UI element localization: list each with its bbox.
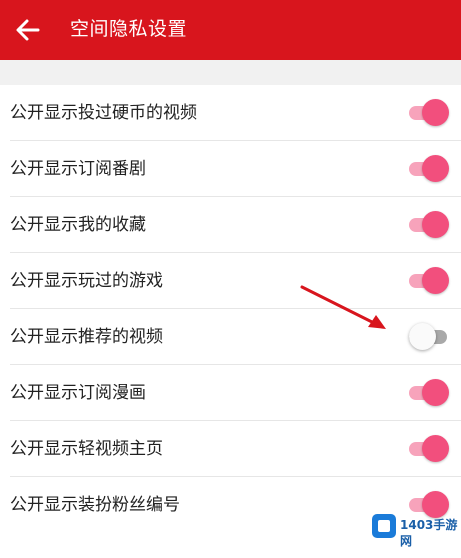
toggle-thumb <box>422 379 449 406</box>
toggle-thumb <box>422 267 449 294</box>
setting-row-recommended-videos: 公开显示推荐的视频 <box>0 309 461 365</box>
toggle-switch[interactable] <box>409 267 449 295</box>
toggle-switch[interactable] <box>409 323 449 351</box>
setting-row-subscribed-comics: 公开显示订阅漫画 <box>0 365 461 421</box>
toggle-thumb <box>422 155 449 182</box>
watermark-logo-inner <box>378 520 390 532</box>
setting-row-light-video-home: 公开显示轻视频主页 <box>0 421 461 477</box>
toggle-thumb <box>409 323 436 350</box>
setting-row-coin-videos: 公开显示投过硬币的视频 <box>0 85 461 141</box>
toggle-switch[interactable] <box>409 379 449 407</box>
setting-label: 公开显示轻视频主页 <box>10 439 163 459</box>
setting-label: 公开显示投过硬币的视频 <box>10 103 197 123</box>
setting-label: 公开显示装扮粉丝编号 <box>10 495 180 515</box>
section-gap <box>0 60 461 85</box>
setting-label: 公开显示我的收藏 <box>10 215 146 235</box>
toggle-thumb <box>422 435 449 462</box>
setting-row-subscribed-anime: 公开显示订阅番剧 <box>0 141 461 197</box>
watermark-text: 1403手游网 <box>400 518 458 548</box>
setting-row-played-games: 公开显示玩过的游戏 <box>0 253 461 309</box>
back-button[interactable] <box>14 16 42 44</box>
settings-list: 公开显示投过硬币的视频 公开显示订阅番剧 公开显示我的收藏 公开显示玩过的游戏 … <box>0 85 461 533</box>
annotation-arrow-icon <box>300 285 386 329</box>
setting-row-favorites: 公开显示我的收藏 <box>0 197 461 253</box>
arrow-left-icon <box>16 19 40 41</box>
page-title: 空间隐私设置 <box>70 18 188 40</box>
setting-label: 公开显示推荐的视频 <box>10 327 163 347</box>
setting-label: 公开显示订阅漫画 <box>10 383 146 403</box>
toggle-thumb <box>422 211 449 238</box>
toggle-thumb <box>422 99 449 126</box>
watermark: 1403手游网 <box>368 512 458 548</box>
toggle-switch[interactable] <box>409 211 449 239</box>
toggle-switch[interactable] <box>409 99 449 127</box>
setting-label: 公开显示订阅番剧 <box>10 159 146 179</box>
app-header: 空间隐私设置 <box>0 0 461 60</box>
watermark-logo-icon <box>372 514 396 538</box>
toggle-switch[interactable] <box>409 155 449 183</box>
setting-label: 公开显示玩过的游戏 <box>10 271 163 291</box>
toggle-switch[interactable] <box>409 435 449 463</box>
